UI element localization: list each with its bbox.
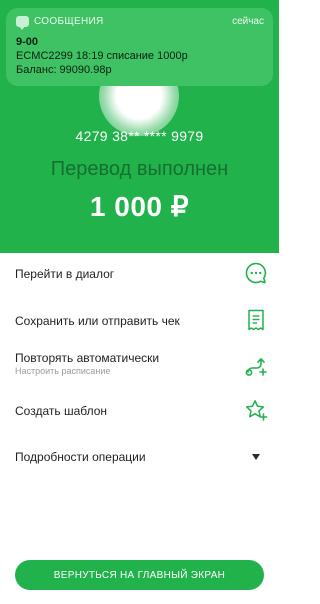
- return-home-button[interactable]: ВЕРНУТЬСЯ НА ГЛАВНЫЙ ЭКРАН: [15, 560, 264, 590]
- notification-line-2: Баланс: 99090.98р: [16, 64, 112, 76]
- operation-details-row[interactable]: Подробности операции: [0, 443, 279, 479]
- card-number: 4279 38** **** 9979: [75, 128, 204, 144]
- receipt-icon: [243, 307, 269, 333]
- create-template-row[interactable]: Создать шаблон: [0, 397, 279, 433]
- chat-bubble-icon: [243, 260, 269, 286]
- operation-details-label: Подробности операции: [15, 450, 146, 464]
- notification-line-1: ECMC2299 18:19 списание 1000р: [16, 50, 188, 62]
- star-plus-icon: [243, 397, 269, 423]
- chevron-down-icon: [252, 454, 260, 460]
- repeat-automatically-label: Повторять автоматически: [15, 351, 160, 365]
- notification-sender: 9-00: [16, 36, 39, 48]
- go-to-dialog-label: Перейти в диалог: [15, 267, 115, 281]
- save-receipt-label: Сохранить или отправить чек: [15, 314, 180, 328]
- go-to-dialog-row[interactable]: Перейти в диалог: [0, 260, 279, 296]
- repeat-automatically-row[interactable]: Повторять автоматически Настроить распис…: [0, 351, 279, 387]
- messages-icon: [16, 16, 29, 30]
- create-template-label: Создать шаблон: [15, 404, 108, 418]
- save-receipt-row[interactable]: Сохранить или отправить чек: [0, 307, 279, 343]
- transfer-status: Перевод выполнен: [50, 158, 229, 180]
- notification-time: сейчас: [232, 16, 264, 27]
- repeat-schedule-sublabel: Настроить расписание: [15, 366, 111, 376]
- repeat-schedule-icon: [243, 353, 269, 379]
- transfer-amount: 1 000 ₽: [89, 191, 190, 222]
- notification-app-name: СООБЩЕНИЯ: [34, 16, 104, 27]
- notification-app: СООБЩЕНИЯ: [16, 16, 104, 30]
- sms-notification[interactable]: СООБЩЕНИЯ сейчас 9-00 ECMC2299 18:19 спи…: [6, 8, 273, 86]
